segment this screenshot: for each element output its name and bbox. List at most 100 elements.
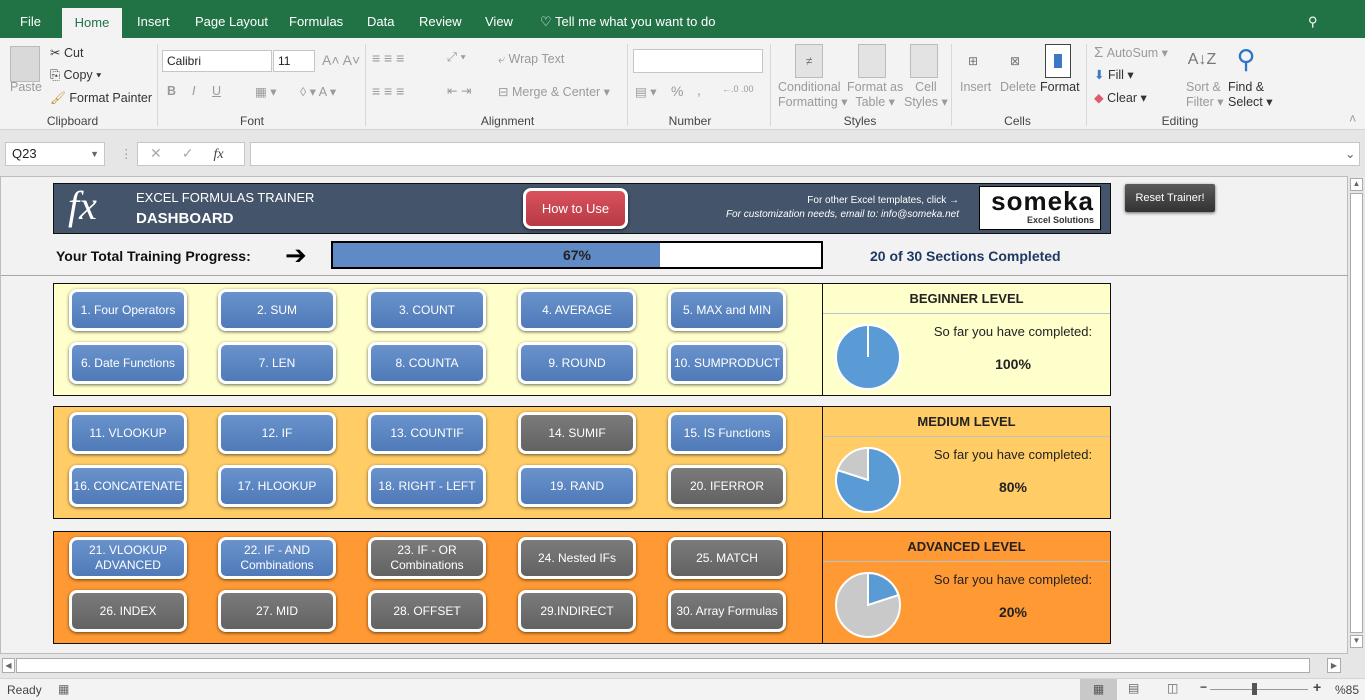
horizontal-align-icons[interactable]: ≡ ≡ ≡ xyxy=(372,83,404,99)
italic-button[interactable]: I xyxy=(192,84,195,98)
section-button[interactable]: 6. Date Functions xyxy=(69,342,187,384)
expand-formula-icon[interactable]: ⌄ xyxy=(1345,146,1355,161)
tab-formulas[interactable]: Formulas xyxy=(279,0,353,38)
section-button[interactable]: 26. INDEX xyxy=(69,590,187,632)
percent-button[interactable]: % xyxy=(671,83,683,99)
section-button[interactable]: 17. HLOOKUP xyxy=(218,465,336,507)
share-button[interactable]: ⚲ Share xyxy=(1298,0,1365,73)
insert-function-button[interactable]: fx xyxy=(213,147,223,162)
paste-button[interactable]: Paste xyxy=(10,80,42,94)
format-painter-button[interactable]: 🖌 Format Painter xyxy=(50,91,152,106)
comma-button[interactable]: , xyxy=(697,82,701,98)
cut-button[interactable]: ✂ Cut xyxy=(50,45,83,60)
section-button[interactable]: 21. VLOOKUP ADVANCED xyxy=(69,537,187,579)
section-button[interactable]: 10. SUMPRODUCT xyxy=(668,342,786,384)
section-button[interactable]: 23. IF - OR Combinations xyxy=(368,537,486,579)
vertical-scrollbar[interactable]: ▲ ▼ xyxy=(1348,176,1365,654)
enter-icon[interactable]: ✓ xyxy=(182,145,214,161)
page-layout-view-icon[interactable]: ▤ xyxy=(1128,681,1139,695)
section-button[interactable]: 20. IFERROR xyxy=(668,465,786,507)
fill-color-icon[interactable]: ◊ ▾ A ▾ xyxy=(300,84,336,99)
section-button[interactable]: 2. SUM xyxy=(218,289,336,331)
how-to-use-button[interactable]: How to Use xyxy=(523,188,628,229)
copy-button[interactable]: ⎘ Copy ▾ xyxy=(50,68,101,83)
fill-button[interactable]: ⬇ Fill ▾ xyxy=(1094,67,1134,82)
number-format-select[interactable] xyxy=(633,49,763,73)
clear-button[interactable]: ◆ Clear ▾ xyxy=(1094,90,1147,105)
sort-filter-button[interactable]: Sort & Filter ▾ xyxy=(1186,80,1224,109)
collapse-ribbon-icon[interactable]: ˄ xyxy=(1349,112,1356,126)
format-button[interactable]: Format xyxy=(1040,80,1080,94)
currency-icon[interactable]: ▤ ▾ xyxy=(635,84,657,99)
scroll-right-icon[interactable]: ▶ xyxy=(1327,658,1341,673)
decimal-icons[interactable]: ←.0 .00 xyxy=(722,84,754,94)
name-box[interactable]: Q23 ▼ xyxy=(5,142,105,166)
section-button[interactable]: 29.INDIRECT xyxy=(518,590,636,632)
scroll-down-icon[interactable]: ▼ xyxy=(1350,635,1363,648)
insert-button[interactable]: Insert xyxy=(960,80,991,94)
tab-home[interactable]: Home xyxy=(62,8,122,38)
page-break-view-icon[interactable]: ◫ xyxy=(1167,681,1178,695)
section-button[interactable]: 24. Nested IFs xyxy=(518,537,636,579)
borders-icon[interactable]: ▦ ▾ xyxy=(255,84,277,99)
section-button[interactable]: 7. LEN xyxy=(218,342,336,384)
section-button[interactable]: 25. MATCH xyxy=(668,537,786,579)
indent-icons[interactable]: ⇤ ⇥ xyxy=(447,83,471,98)
tab-data[interactable]: Data xyxy=(357,0,404,38)
zoom-level[interactable]: %85 xyxy=(1335,683,1359,697)
scroll-thumb[interactable] xyxy=(1350,193,1363,633)
cell-styles-button[interactable]: Cell Styles ▾ xyxy=(904,80,948,109)
conditional-formatting-button[interactable]: Conditional Formatting ▾ xyxy=(778,80,848,109)
reset-trainer-button[interactable]: Reset Trainer! xyxy=(1125,184,1215,212)
section-button[interactable]: 16. CONCATENATE xyxy=(69,465,187,507)
grow-font-icon[interactable]: A˄ A˅ xyxy=(322,52,360,68)
section-button[interactable]: 28. OFFSET xyxy=(368,590,486,632)
scroll-up-icon[interactable]: ▲ xyxy=(1350,178,1363,191)
zoom-slider[interactable] xyxy=(1210,683,1308,695)
section-button[interactable]: 14. SUMIF xyxy=(518,412,636,454)
section-button[interactable]: 5. MAX and MIN xyxy=(668,289,786,331)
normal-view-icon[interactable]: ▦ xyxy=(1080,679,1117,700)
formula-input[interactable] xyxy=(250,142,1360,166)
section-button[interactable]: 4. AVERAGE xyxy=(518,289,636,331)
format-as-table-button[interactable]: Format as Table ▾ xyxy=(847,80,903,109)
zoom-slider-thumb[interactable] xyxy=(1252,683,1258,695)
section-button[interactable]: 19. RAND xyxy=(518,465,636,507)
wrap-text-button[interactable]: ⤶ Wrap Text xyxy=(498,52,564,67)
section-button[interactable]: 13. COUNTIF xyxy=(368,412,486,454)
zoom-out-button[interactable]: − xyxy=(1200,680,1207,694)
zoom-in-button[interactable]: + xyxy=(1313,679,1321,695)
someka-logo[interactable]: someka Excel Solutions xyxy=(979,186,1101,230)
underline-button[interactable]: U xyxy=(212,84,221,98)
scroll-left-icon[interactable]: ◀ xyxy=(2,658,15,673)
tab-insert[interactable]: Insert xyxy=(127,0,180,38)
orientation-icon[interactable]: ⤢ ▾ xyxy=(447,50,466,65)
templates-link[interactable]: For other Excel templates, click → xyxy=(654,195,959,206)
section-button[interactable]: 15. IS Functions xyxy=(668,412,786,454)
section-button[interactable]: 11. VLOOKUP xyxy=(69,412,187,454)
section-button[interactable]: 22. IF - AND Combinations xyxy=(218,537,336,579)
delete-button[interactable]: Delete xyxy=(1000,80,1036,94)
section-button[interactable]: 30. Array Formulas xyxy=(668,590,786,632)
tab-review[interactable]: Review xyxy=(409,0,472,38)
tab-file[interactable]: File xyxy=(10,0,51,38)
section-button[interactable]: 1. Four Operators xyxy=(69,289,187,331)
section-button[interactable]: 8. COUNTA xyxy=(368,342,486,384)
horizontal-scrollbar[interactable]: ◀ ▶ xyxy=(0,654,1365,678)
font-name-select[interactable]: Calibri xyxy=(162,50,272,72)
find-select-button[interactable]: Find & Select ▾ xyxy=(1228,80,1273,109)
tab-page-layout[interactable]: Page Layout xyxy=(185,0,278,38)
tell-me-box[interactable]: ♡ Tell me what you want to do xyxy=(530,0,725,38)
macro-record-icon[interactable]: ▦ xyxy=(58,682,69,696)
vertical-align-icons[interactable]: ≡ ≡ ≡ xyxy=(372,50,404,66)
h-scroll-thumb[interactable] xyxy=(16,658,1310,673)
section-button[interactable]: 9. ROUND xyxy=(518,342,636,384)
section-button[interactable]: 12. IF xyxy=(218,412,336,454)
tab-view[interactable]: View xyxy=(475,0,523,38)
font-size-select[interactable]: 11 xyxy=(273,50,315,72)
autosum-button[interactable]: Σ AutoSum ▾ xyxy=(1094,44,1168,61)
bold-button[interactable]: B xyxy=(167,84,176,98)
cancel-icon[interactable]: ✕ xyxy=(150,145,182,161)
section-button[interactable]: 18. RIGHT - LEFT xyxy=(368,465,486,507)
merge-center-button[interactable]: ⊟ Merge & Center ▾ xyxy=(498,84,610,99)
